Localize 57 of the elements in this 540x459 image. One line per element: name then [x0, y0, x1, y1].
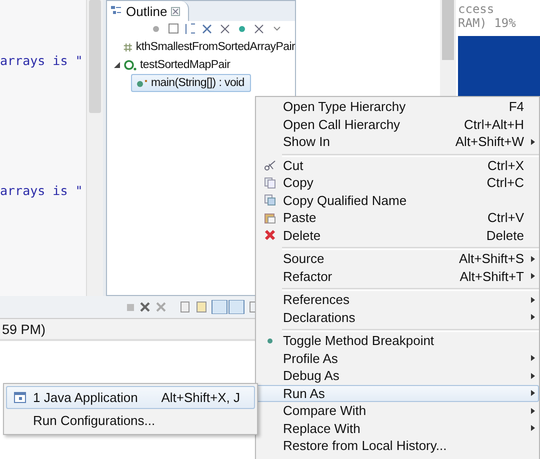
submenu-arrow-icon [531, 372, 535, 379]
menu-item[interactable]: 1 Java Application Alt+Shift+X, J [6, 386, 255, 409]
menu-item[interactable]: Compare With [256, 402, 539, 420]
menu-item[interactable]: Delete Delete [256, 226, 539, 244]
scissors-icon [264, 159, 276, 172]
tree-item[interactable]: main(String[]) : void [131, 74, 252, 92]
menu-item[interactable]: Debug As [256, 367, 539, 384]
code-line: arrays is " [0, 53, 83, 68]
outline-tab[interactable]: Outline [107, 1, 190, 21]
menu-item[interactable]: Restore from Local History... [256, 437, 539, 454]
submenu-arrow-icon [531, 296, 535, 303]
submenu-arrow-icon [531, 273, 535, 280]
menu-item[interactable]: Toggle Method Breakpoint [256, 332, 539, 350]
delete-icon [264, 229, 276, 242]
submenu-arrow-icon [531, 138, 535, 145]
scrollbar-thumb[interactable] [442, 0, 454, 60]
code-line: arrays is " [0, 183, 83, 198]
console-title: 59 PM) [2, 322, 46, 336]
method-icon [136, 78, 148, 88]
submenu-arrow-icon [531, 408, 535, 414]
submenu-arrow-icon [531, 355, 535, 362]
tree-item[interactable]: kthSmallestFromSortedArrayPair [107, 38, 295, 56]
outline-icon [110, 5, 122, 17]
menu-item[interactable]: Run Configurations... [6, 409, 255, 432]
class-icon [124, 60, 137, 70]
menu-item[interactable]: Paste Ctrl+V [256, 209, 539, 226]
menu-item[interactable]: Copy Qualified Name [256, 192, 539, 209]
copy-icon [264, 194, 276, 206]
menu-item[interactable]: Replace With [256, 420, 539, 437]
submenu-arrow-icon [531, 425, 535, 432]
menu-item[interactable]: References [256, 291, 539, 308]
window-text: ccess [458, 2, 496, 16]
menu-item[interactable]: Open Call Hierarchy Ctrl+Alt+H [256, 116, 539, 133]
menu-item[interactable]: Source Alt+Shift+S [256, 250, 539, 268]
copy-icon [264, 176, 276, 189]
submenu-arrow-icon [531, 390, 535, 396]
submenu-arrow-icon [531, 314, 535, 320]
menu-item[interactable]: Show In Alt+Shift+W [256, 133, 539, 150]
tab-title: Outline [126, 4, 168, 18]
menu-item[interactable]: Refactor Alt+Shift+T [256, 268, 539, 285]
submenu-arrow-icon [531, 256, 535, 262]
grid-icon [123, 42, 133, 52]
menu-item[interactable]: Open Type Hierarchy F4 [256, 98, 539, 116]
scrollbar-thumb[interactable] [89, 0, 101, 113]
menu-item[interactable]: Profile As [256, 350, 539, 367]
scrollbar[interactable] [87, 0, 103, 296]
close-icon[interactable] [171, 6, 180, 16]
menu-item[interactable]: Run As [256, 384, 539, 402]
menu-item[interactable]: Copy Ctrl+C [256, 174, 539, 192]
menu-item[interactable]: Declarations [256, 308, 539, 326]
clipboard-icon [264, 212, 276, 224]
menu-item[interactable]: Cut Ctrl+X [256, 156, 539, 174]
breakpoint-icon [267, 338, 273, 344]
expand-arrow-icon[interactable] [113, 61, 121, 69]
window-text: RAM) 19% [458, 16, 517, 30]
app-window-icon [14, 392, 26, 403]
tree-item[interactable]: testSortedMapPair [107, 56, 295, 74]
